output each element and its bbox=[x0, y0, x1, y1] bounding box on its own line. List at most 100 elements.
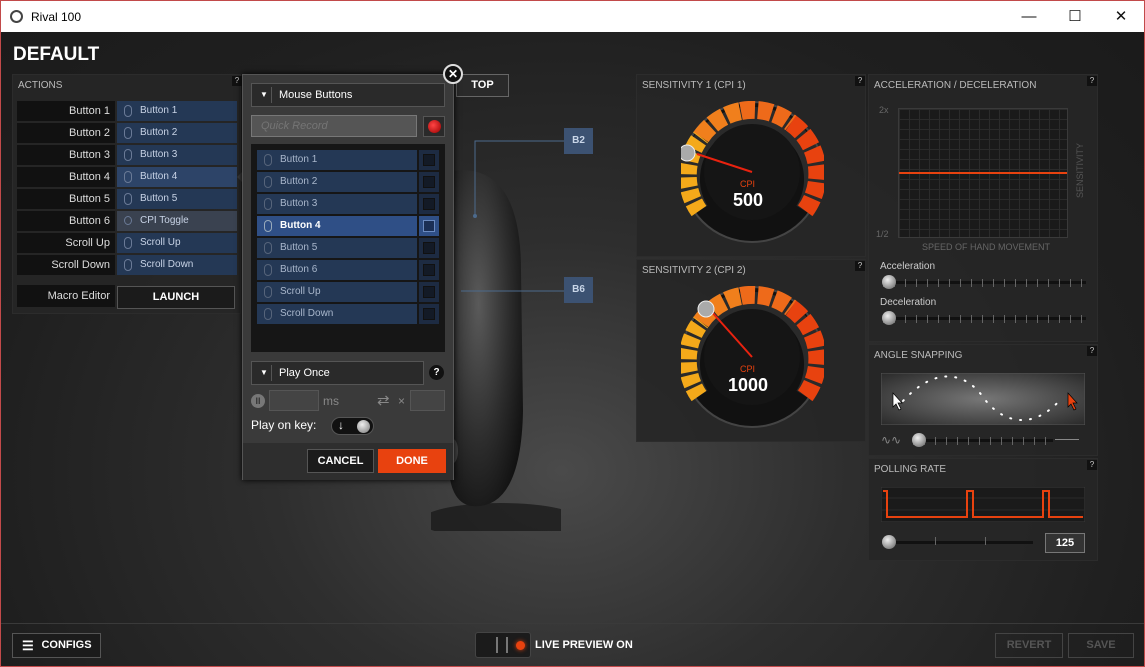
mouse-icon bbox=[264, 220, 272, 232]
accel-graph bbox=[898, 108, 1068, 238]
mouse-icon bbox=[264, 154, 272, 166]
record-icon bbox=[428, 120, 441, 133]
angle-snapping-panel: ANGLE SNAPPING ? ∿∿ bbox=[868, 344, 1098, 456]
mouse-icon bbox=[124, 193, 132, 205]
angle-snapping-help-icon[interactable]: ? bbox=[1087, 346, 1097, 356]
revert-button[interactable]: REVERT bbox=[995, 633, 1063, 658]
list-item-selected[interactable]: Button 4 bbox=[257, 216, 417, 236]
checkbox-box bbox=[423, 154, 435, 166]
deceleration-label: Deceleration bbox=[880, 297, 937, 308]
deceleration-knob[interactable] bbox=[882, 311, 896, 325]
configs-label: CONFIGS bbox=[41, 639, 92, 651]
acceleration-knob[interactable] bbox=[882, 275, 896, 289]
accel-help-icon[interactable]: ? bbox=[1087, 76, 1097, 86]
action-value[interactable]: CPI Toggle bbox=[117, 211, 237, 231]
mouse-icon bbox=[124, 149, 132, 161]
sensitivity1-panel: SENSITIVITY 1 (CPI 1) ? CPI 500 bbox=[636, 74, 866, 257]
repeat-count-input[interactable] bbox=[410, 390, 445, 411]
action-row[interactable]: Button 4 Button 4 bbox=[17, 167, 241, 187]
action-row[interactable]: Button 1 Button 1 bbox=[17, 101, 241, 121]
maximize-button[interactable]: ☐ bbox=[1052, 1, 1098, 32]
quick-record-input[interactable] bbox=[251, 115, 417, 137]
action-value-label: Button 4 bbox=[140, 171, 178, 182]
action-row[interactable]: Button 5 Button 5 bbox=[17, 189, 241, 209]
cpi1-unit: CPI bbox=[740, 179, 756, 189]
list-item[interactable]: Button 3 bbox=[257, 194, 417, 214]
live-indicator-icon bbox=[516, 641, 525, 650]
callout-b2[interactable]: B2 bbox=[564, 128, 593, 154]
action-row[interactable]: Scroll Down Scroll Down bbox=[17, 255, 241, 275]
record-button[interactable] bbox=[423, 116, 445, 137]
list-item[interactable]: Scroll Down bbox=[257, 304, 417, 324]
top-view-button[interactable]: TOP bbox=[456, 74, 509, 97]
checkbox[interactable] bbox=[419, 172, 439, 192]
polling-rate-graph bbox=[881, 487, 1085, 522]
action-button-label: Button 3 bbox=[17, 145, 115, 165]
action-button-label: Button 2 bbox=[17, 123, 115, 143]
list-item[interactable]: Button 5 bbox=[257, 238, 417, 258]
polling-rate-slider[interactable] bbox=[883, 541, 1033, 544]
help-icon[interactable]: ? bbox=[429, 365, 444, 380]
list-item-label: Button 5 bbox=[280, 242, 318, 253]
action-row[interactable]: Button 2 Button 2 bbox=[17, 123, 241, 143]
action-value[interactable]: Button 3 bbox=[117, 145, 237, 165]
action-value[interactable]: Scroll Down bbox=[117, 255, 237, 275]
checkbox[interactable] bbox=[419, 304, 439, 324]
action-button-label: Scroll Up bbox=[17, 233, 115, 253]
live-preview-toggle[interactable] bbox=[475, 632, 531, 658]
accel-y-top: 2x bbox=[879, 105, 889, 115]
action-value-label: CPI Toggle bbox=[140, 215, 189, 226]
action-row[interactable]: Button 3 Button 3 bbox=[17, 145, 241, 165]
action-value[interactable]: Button 5 bbox=[117, 189, 237, 209]
checkbox[interactable] bbox=[419, 260, 439, 280]
checkbox[interactable] bbox=[419, 238, 439, 258]
action-value[interactable]: Button 4 bbox=[117, 167, 237, 187]
checkbox[interactable] bbox=[419, 150, 439, 170]
action-value[interactable]: Button 1 bbox=[117, 101, 237, 121]
minimize-button[interactable]: — bbox=[1006, 1, 1052, 32]
close-dialog-icon[interactable]: ✕ bbox=[443, 64, 463, 84]
play-mode-dropdown[interactable]: ▼ Play Once bbox=[251, 361, 424, 385]
play-on-key-toggle[interactable]: ↓ bbox=[331, 417, 374, 435]
checkbox-selected[interactable] bbox=[419, 216, 439, 236]
angle-snapping-knob[interactable] bbox=[912, 433, 926, 447]
checkbox[interactable] bbox=[419, 282, 439, 302]
action-value-label: Button 2 bbox=[140, 127, 178, 138]
action-value[interactable]: Scroll Up bbox=[117, 233, 237, 253]
launch-button[interactable]: LAUNCH bbox=[117, 286, 235, 309]
divider bbox=[271, 365, 272, 381]
polling-rate-knob[interactable] bbox=[882, 535, 896, 549]
cancel-button[interactable]: CANCEL bbox=[307, 449, 374, 473]
cpi2-value: 1000 bbox=[728, 375, 769, 395]
action-row[interactable]: Button 6 CPI Toggle bbox=[17, 211, 241, 231]
cpi1-gauge[interactable] bbox=[681, 101, 824, 244]
list-item-label: Button 3 bbox=[280, 198, 318, 209]
save-button[interactable]: SAVE bbox=[1068, 633, 1134, 658]
list-item[interactable]: Button 6 bbox=[257, 260, 417, 280]
list-item[interactable]: Scroll Up bbox=[257, 282, 417, 302]
angle-snapping-preview bbox=[881, 373, 1085, 425]
category-dropdown[interactable]: ▼ Mouse Buttons bbox=[251, 83, 445, 107]
action-row[interactable]: Scroll Up Scroll Up bbox=[17, 233, 241, 253]
list-item[interactable]: Button 1 bbox=[257, 150, 417, 170]
actions-help-icon[interactable]: ? bbox=[232, 76, 242, 86]
sensitivity1-help-icon[interactable]: ? bbox=[855, 76, 865, 86]
cpi2-gauge[interactable] bbox=[681, 286, 824, 429]
close-window-button[interactable]: ✕ bbox=[1098, 1, 1144, 32]
done-button[interactable]: DONE bbox=[378, 449, 446, 473]
checkbox[interactable] bbox=[419, 194, 439, 214]
list-item[interactable]: Button 2 bbox=[257, 172, 417, 192]
page-title: DEFAULT bbox=[13, 44, 100, 65]
action-button-label: Button 4 bbox=[17, 167, 115, 187]
delay-input[interactable] bbox=[269, 390, 319, 411]
bottom-divider bbox=[1, 623, 1144, 624]
action-value[interactable]: Button 2 bbox=[117, 123, 237, 143]
list-item-label: Button 2 bbox=[280, 176, 318, 187]
polling-tick bbox=[985, 537, 986, 545]
sensitivity2-help-icon[interactable]: ? bbox=[855, 261, 865, 271]
window-title: Rival 100 bbox=[31, 10, 82, 24]
configs-button[interactable]: ☰ CONFIGS bbox=[12, 633, 101, 658]
callout-b6[interactable]: B6 bbox=[564, 277, 593, 303]
polling-rate-help-icon[interactable]: ? bbox=[1087, 460, 1097, 470]
mouse-icon bbox=[124, 127, 132, 139]
